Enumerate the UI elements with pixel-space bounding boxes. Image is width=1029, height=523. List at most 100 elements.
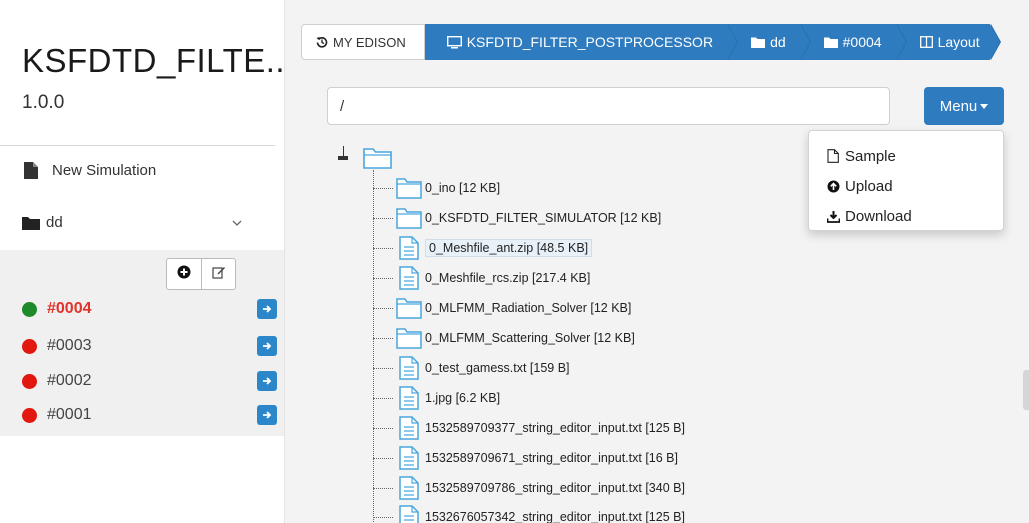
tree-connector — [373, 457, 393, 459]
folder-label: dd — [46, 214, 63, 231]
status-dot — [22, 407, 37, 423]
menu-item-label: Upload — [845, 177, 893, 195]
arrow-right-icon[interactable] — [257, 405, 277, 425]
tree-node-folder[interactable]: 0_MLFMM_Scattering_Solver [12 KB] — [373, 325, 635, 351]
caret-down-icon — [980, 103, 989, 109]
app-title: KSFDTD_FILTE.. — [22, 42, 286, 79]
root-folder-icon[interactable] — [363, 146, 393, 175]
job-item-0001[interactable]: #0001 — [22, 402, 277, 428]
file-browser: MY EDISON KSFDTD_FILTER_POSTPROCESSOR dd… — [285, 0, 1029, 523]
tree-node-label: 1.jpg [6.2 KB] — [425, 391, 501, 405]
edit-job-button[interactable] — [201, 259, 235, 289]
tree-connector — [373, 516, 393, 518]
upload-icon — [827, 180, 841, 193]
tree-connector — [373, 397, 393, 399]
folder-icon — [395, 205, 423, 231]
status-dot — [22, 338, 37, 354]
tree-node-label: 0_KSFDTD_FILTER_SIMULATOR [12 KB] — [425, 211, 662, 225]
folder-icon — [395, 325, 423, 351]
breadcrumb: MY EDISON KSFDTD_FILTER_POSTPROCESSOR dd… — [301, 24, 1001, 60]
tree-node-file[interactable]: 0_Meshfile_ant.zip [48.5 KB] — [373, 235, 593, 261]
job-label: #0001 — [47, 406, 92, 423]
menu-item-upload[interactable]: Upload — [809, 171, 1003, 201]
menu-button-label: Menu — [939, 97, 978, 115]
job-item-0004[interactable]: #0004 — [22, 296, 277, 322]
tree-node-folder[interactable]: 0_KSFDTD_FILTER_SIMULATOR [12 KB] — [373, 205, 661, 231]
folder-selector-dd[interactable]: dd — [22, 214, 242, 231]
tree-node-file[interactable]: 1532589709786_string_editor_input.txt [3… — [373, 475, 685, 501]
tree-node-label: 0_test_gamess.txt [159 B] — [425, 361, 570, 375]
document-icon — [22, 161, 40, 179]
job-list-panel: #0004 #0003 #0002 #0001 — [0, 250, 285, 436]
tree-connector — [373, 277, 393, 279]
tree-node-label: 0_MLFMM_Scattering_Solver [12 KB] — [425, 331, 635, 345]
tree-node-label: 0_MLFMM_Radiation_Solver [12 KB] — [425, 301, 632, 315]
breadcrumb-app-label: KSFDTD_FILTER_POSTPROCESSOR — [466, 34, 714, 50]
tree-node-file[interactable]: 1532589709671_string_editor_input.txt [1… — [373, 445, 678, 471]
arrow-right-icon[interactable] — [257, 371, 277, 391]
breadcrumb-layout[interactable]: Layout — [895, 24, 1001, 60]
download-icon — [827, 210, 841, 223]
scrollbar-handle[interactable] — [1023, 370, 1029, 410]
breadcrumb-folder-label: dd — [770, 34, 786, 50]
tree-connector — [373, 337, 393, 339]
arrow-right-icon[interactable] — [257, 299, 277, 319]
file-icon — [827, 149, 841, 163]
menu-item-label: Download — [845, 207, 912, 225]
file-icon — [395, 475, 423, 501]
job-actions — [166, 258, 236, 290]
arrow-right-icon[interactable] — [257, 336, 277, 356]
file-icon — [395, 445, 423, 471]
menu-item-sample[interactable]: Sample — [809, 141, 1003, 171]
job-item-0002[interactable]: #0002 — [22, 368, 277, 394]
tree-node-file[interactable]: 0_test_gamess.txt [159 B] — [373, 355, 570, 381]
breadcrumb-home[interactable]: MY EDISON — [301, 24, 425, 60]
tree-node-file[interactable]: 1.jpg [6.2 KB] — [373, 385, 500, 411]
tree-node-file[interactable]: 1532589709377_string_editor_input.txt [1… — [373, 415, 685, 441]
tree-node-file[interactable]: 0_Meshfile_rcs.zip [217.4 KB] — [373, 265, 590, 291]
tree-node-label: 1532589709671_string_editor_input.txt [1… — [425, 451, 678, 465]
history-icon — [316, 36, 328, 48]
breadcrumb-job[interactable]: #0004 — [799, 24, 907, 60]
tree-node-label: 1532676057342_string_editor_input.txt [1… — [425, 510, 685, 523]
chevron-down-icon — [232, 216, 242, 230]
status-dot — [22, 301, 37, 317]
menu-dropdown: Sample Upload Download — [808, 130, 1004, 231]
tree-root-connector — [338, 156, 348, 160]
tree-node-label: 0_Meshfile_ant.zip [48.5 KB] — [425, 239, 593, 257]
file-icon — [395, 235, 423, 261]
breadcrumb-app[interactable]: KSFDTD_FILTER_POSTPROCESSOR — [424, 24, 739, 60]
edit-icon — [211, 265, 226, 284]
menu-item-download[interactable]: Download — [809, 201, 1003, 231]
add-job-button[interactable] — [167, 259, 201, 289]
breadcrumb-home-label: MY EDISON — [333, 34, 406, 50]
tree-node-file[interactable]: 1532676057342_string_editor_input.txt [1… — [373, 504, 685, 523]
folder-icon — [751, 37, 766, 48]
tree-connector — [373, 247, 393, 249]
tree-node-folder[interactable]: 0_MLFMM_Radiation_Solver [12 KB] — [373, 295, 631, 321]
menu-button[interactable]: Menu — [924, 87, 1004, 125]
breadcrumb-layout-label: Layout — [937, 34, 980, 50]
new-simulation-label: New Simulation — [52, 161, 157, 179]
columns-icon — [919, 36, 933, 48]
plus-circle-icon — [177, 265, 191, 284]
tree-node-label: 1532589709786_string_editor_input.txt [3… — [425, 481, 685, 495]
file-icon — [395, 355, 423, 381]
job-label: #0004 — [47, 300, 92, 317]
job-item-0003[interactable]: #0003 — [22, 333, 277, 359]
new-simulation-link[interactable]: New Simulation — [22, 161, 156, 179]
tree-connector — [373, 307, 393, 309]
path-input[interactable] — [327, 87, 890, 125]
app-version: 1.0.0 — [22, 92, 65, 113]
menu-item-label: Sample — [845, 147, 896, 165]
tree-node-label: 0_Meshfile_rcs.zip [217.4 KB] — [425, 271, 591, 285]
tree-connector — [373, 427, 393, 429]
tree-node-folder[interactable]: 0_ino [12 KB] — [373, 175, 500, 201]
sidebar-divider — [0, 145, 275, 146]
folder-icon — [22, 216, 40, 230]
tree-connector — [373, 367, 393, 369]
tree-connector — [373, 487, 393, 489]
job-label: #0003 — [47, 337, 92, 354]
folder-icon — [395, 175, 423, 201]
file-icon — [395, 265, 423, 291]
